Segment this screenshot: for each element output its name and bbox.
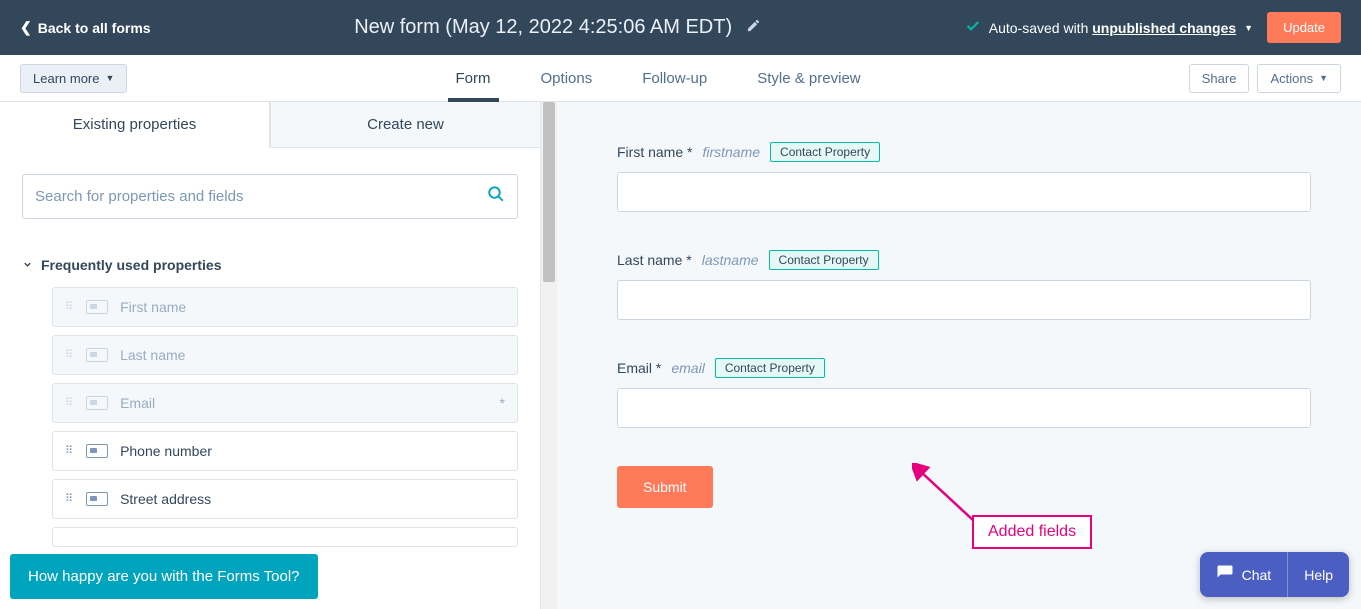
field-first-name[interactable]: First name * firstname Contact Property [617, 142, 1311, 212]
search-icon [487, 185, 505, 208]
chevron-down-icon [22, 257, 33, 273]
field-label-row: First name * firstname Contact Property [617, 142, 1311, 162]
property-badge: Contact Property [769, 250, 879, 270]
field-label-row: Last name * lastname Contact Property [617, 250, 1311, 270]
tab-style-preview[interactable]: Style & preview [757, 55, 860, 101]
caret-down-icon: ▼ [1244, 23, 1253, 33]
learn-more-button[interactable]: Learn more ▼ [20, 64, 127, 93]
text-field-icon [86, 348, 108, 362]
update-button[interactable]: Update [1267, 12, 1341, 43]
field-last-name[interactable]: Last name * lastname Contact Property [617, 250, 1311, 320]
property-item-street-address[interactable]: ⠿ Street address [52, 479, 518, 519]
chat-button[interactable]: Chat [1200, 552, 1289, 597]
title-wrap: New form (May 12, 2022 4:25:06 AM EDT) [151, 16, 965, 39]
property-badge: Contact Property [770, 142, 880, 162]
main-area: Existing properties Create new Frequentl… [0, 102, 1361, 609]
left-panel: Existing properties Create new Frequentl… [0, 102, 540, 609]
sub-header: Learn more ▼ Form Options Follow-up Styl… [0, 55, 1361, 102]
search-input[interactable] [35, 188, 487, 205]
help-button[interactable]: Help [1288, 552, 1349, 597]
property-item-phone-number[interactable]: ⠿ Phone number [52, 431, 518, 471]
submit-button[interactable]: Submit [617, 466, 713, 508]
share-button[interactable]: Share [1189, 64, 1250, 93]
autosave-status[interactable]: Auto-saved with unpublished changes ▼ [965, 18, 1253, 37]
property-item-first-name[interactable]: ⠿ First name [52, 287, 518, 327]
caret-down-icon: ▼ [105, 73, 114, 83]
property-list: ⠿ First name ⠿ Last name ⠿ Email * ⠿ [22, 287, 518, 547]
autosave-text: Auto-saved with unpublished changes [989, 20, 1236, 36]
caret-down-icon: ▼ [1319, 73, 1328, 83]
property-item-email[interactable]: ⠿ Email * [52, 383, 518, 423]
form-title: New form (May 12, 2022 4:25:06 AM EDT) [354, 16, 732, 39]
feedback-prompt[interactable]: How happy are you with the Forms Tool? [10, 554, 318, 599]
check-icon [965, 18, 981, 37]
required-star: * [500, 395, 505, 411]
tab-create-new[interactable]: Create new [270, 102, 540, 148]
tab-existing-properties[interactable]: Existing properties [0, 102, 270, 148]
back-label: Back to all forms [38, 20, 151, 36]
back-to-forms-link[interactable]: ❮ Back to all forms [20, 19, 151, 36]
field-input[interactable] [617, 388, 1311, 428]
search-box[interactable] [22, 174, 518, 219]
chevron-left-icon: ❮ [20, 19, 32, 36]
text-field-icon [86, 300, 108, 314]
text-field-icon [86, 444, 108, 458]
drag-handle-icon: ⠿ [65, 496, 74, 502]
actions-button[interactable]: Actions ▼ [1257, 64, 1341, 93]
annotation-label: Added fields [972, 515, 1092, 549]
main-tabs: Form Options Follow-up Style & preview [127, 55, 1188, 101]
text-field-icon [86, 396, 108, 410]
chat-bubble-icon [1216, 564, 1234, 585]
tab-options[interactable]: Options [541, 55, 593, 101]
pencil-icon[interactable] [746, 18, 761, 38]
chat-help-widget: Chat Help [1200, 552, 1349, 597]
right-actions: Share Actions ▼ [1189, 64, 1341, 93]
section-frequently-used[interactable]: Frequently used properties [22, 257, 518, 273]
drag-handle-icon: ⠿ [65, 400, 74, 406]
property-badge: Contact Property [715, 358, 825, 378]
property-item-last-name[interactable]: ⠿ Last name [52, 335, 518, 375]
drag-handle-icon: ⠿ [65, 352, 74, 358]
drag-handle-icon: ⠿ [65, 304, 74, 310]
left-body: Frequently used properties ⠿ First name … [0, 148, 540, 609]
field-input[interactable] [617, 280, 1311, 320]
drag-handle-icon: ⠿ [65, 448, 74, 454]
tab-followup[interactable]: Follow-up [642, 55, 707, 101]
top-header: ❮ Back to all forms New form (May 12, 20… [0, 0, 1361, 55]
field-label-row: Email * email Contact Property [617, 358, 1311, 378]
property-tabs: Existing properties Create new [0, 102, 540, 148]
text-field-icon [86, 492, 108, 506]
field-input[interactable] [617, 172, 1311, 212]
scrollbar-thumb[interactable] [543, 102, 555, 282]
scrollbar[interactable] [540, 102, 557, 609]
property-item-placeholder[interactable] [52, 527, 518, 547]
tab-form[interactable]: Form [456, 55, 491, 101]
field-email[interactable]: Email * email Contact Property [617, 358, 1311, 428]
